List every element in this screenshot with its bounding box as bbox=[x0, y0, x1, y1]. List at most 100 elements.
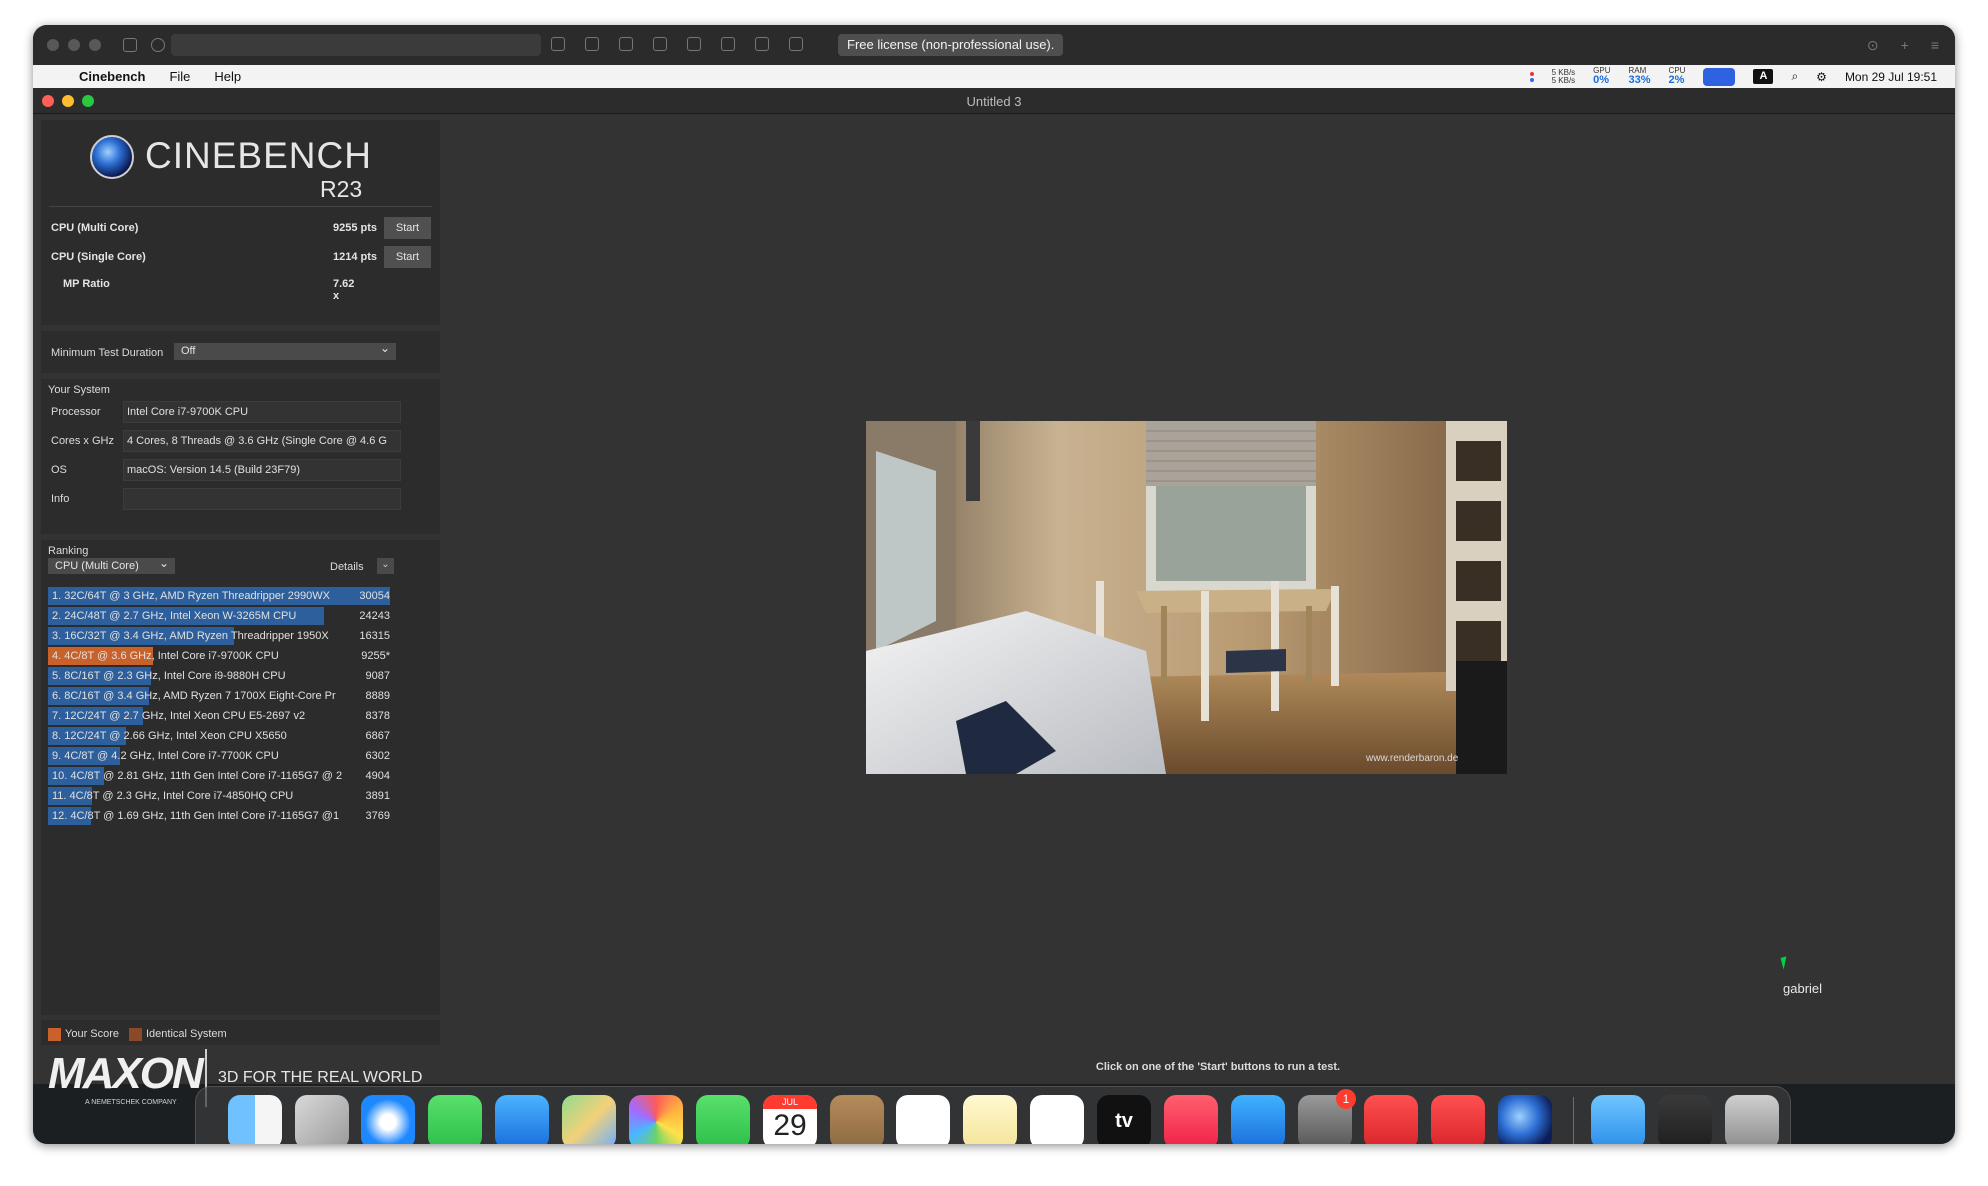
contacts-icon[interactable] bbox=[830, 1095, 884, 1144]
processor-row: Processor Intel Core i7-9700K CPU bbox=[51, 401, 431, 423]
ranking-row-score: 3769 bbox=[365, 810, 390, 822]
system-settings-icon[interactable]: 1 bbox=[1298, 1089, 1356, 1144]
ranking-row[interactable]: 11. 4C/8T @ 2.3 GHz, Intel Core i7-4850H… bbox=[48, 786, 398, 806]
ranking-row[interactable]: 4. 4C/8T @ 3.6 GHz, Intel Core i7-9700K … bbox=[48, 646, 398, 666]
music-icon[interactable] bbox=[1164, 1095, 1218, 1144]
os-row: OS macOS: Version 14.5 (Build 23F79) bbox=[51, 459, 431, 481]
ranking-row-score: 30054 bbox=[359, 590, 390, 602]
spotlight-search-icon[interactable]: ⌕ bbox=[1791, 69, 1798, 84]
calendar-icon[interactable]: JUL 29 bbox=[763, 1095, 817, 1144]
plus-icon[interactable]: + bbox=[1901, 37, 1909, 54]
lightning-icon[interactable] bbox=[653, 37, 667, 51]
status-message: Click on one of the 'Start' buttons to r… bbox=[1095, 1061, 1341, 1073]
menu-icon[interactable]: ≡ bbox=[1931, 37, 1939, 54]
maps-icon[interactable] bbox=[562, 1095, 616, 1144]
ranking-row-score: 16315 bbox=[359, 630, 390, 642]
maxon-subline: A NEMETSCHEK COMPANY bbox=[85, 1099, 177, 1106]
apple-tv-icon[interactable]: tv bbox=[1097, 1095, 1151, 1144]
single-core-start-button[interactable]: Start bbox=[384, 246, 431, 268]
info-label: Info bbox=[51, 493, 70, 505]
pen-icon[interactable] bbox=[789, 37, 803, 51]
multi-core-row: CPU (Multi Core) 9255 pts Start bbox=[51, 217, 431, 239]
photos-icon[interactable] bbox=[629, 1095, 683, 1144]
license-badge[interactable]: Free license (non-professional use). bbox=[838, 34, 1064, 56]
menu-clock[interactable]: Mon 29 Jul 19:51 bbox=[1845, 70, 1937, 84]
system-title: Your System bbox=[48, 384, 110, 396]
ranking-row[interactable]: 7. 12C/24T @ 2.7 GHz, Intel Xeon CPU E5-… bbox=[48, 706, 398, 726]
reminders-icon[interactable] bbox=[896, 1095, 950, 1144]
folder-icon[interactable] bbox=[1591, 1095, 1645, 1144]
ranking-row[interactable]: 8. 12C/24T @ 2.66 GHz, Intel Xeon CPU X5… bbox=[48, 726, 398, 746]
duration-panel: Minimum Test Duration Off bbox=[41, 331, 440, 373]
display-icon[interactable] bbox=[585, 37, 599, 51]
chat-icon[interactable] bbox=[619, 37, 633, 51]
menu-help[interactable]: Help bbox=[214, 69, 241, 84]
ranking-row-label: 1. 32C/64T @ 3 GHz, AMD Ryzen Threadripp… bbox=[52, 590, 330, 602]
gpu-monitor[interactable]: GPU 0% bbox=[1593, 67, 1610, 86]
finder-icon[interactable] bbox=[228, 1095, 282, 1144]
menu-bar-extras: 5 KB/s 5 KB/s GPU 0% RAM 33% CPU 2% A ⌕ ⚙ Mo… bbox=[1529, 65, 1937, 88]
input-source-indicator[interactable]: A bbox=[1753, 69, 1774, 84]
trash-icon[interactable] bbox=[1725, 1095, 1779, 1144]
app-store-icon[interactable] bbox=[1231, 1095, 1285, 1144]
ranking-row-label: 8. 12C/24T @ 2.66 GHz, Intel Xeon CPU X5… bbox=[52, 730, 287, 742]
activity-icon[interactable] bbox=[1658, 1095, 1712, 1144]
info-row: Info bbox=[51, 488, 431, 510]
keyboard-icon[interactable] bbox=[687, 37, 701, 51]
ranking-row[interactable]: 1. 32C/64T @ 3 GHz, AMD Ryzen Threadripp… bbox=[48, 586, 398, 606]
ranking-row[interactable]: 10. 4C/8T @ 2.81 GHz, 11th Gen Intel Cor… bbox=[48, 766, 398, 786]
system-panel: Your System Processor Intel Core i7-9700… bbox=[41, 379, 440, 534]
download-icon[interactable]: ⊙ bbox=[1867, 37, 1879, 54]
processor-field[interactable]: Intel Core i7-9700K CPU bbox=[123, 401, 401, 423]
ranking-select[interactable]: CPU (Multi Core) bbox=[48, 555, 175, 574]
viewer-tools-left bbox=[123, 38, 165, 52]
screen-mirroring-icon[interactable] bbox=[1703, 67, 1736, 86]
launchpad-icon[interactable] bbox=[295, 1095, 349, 1144]
menu-file[interactable]: File bbox=[169, 69, 190, 84]
freeform-icon[interactable] bbox=[1030, 1095, 1084, 1144]
ranking-row[interactable]: 5. 8C/16T @ 2.3 GHz, Intel Core i9-9880H… bbox=[48, 666, 398, 686]
multi-core-label: CPU (Multi Core) bbox=[51, 222, 139, 234]
control-center-icon[interactable]: ⚙ bbox=[1816, 70, 1827, 84]
mail-icon[interactable] bbox=[495, 1095, 549, 1144]
ranking-row-score: 8378 bbox=[365, 710, 390, 722]
ranking-row[interactable]: 2. 24C/48T @ 2.7 GHz, Intel Xeon W-3265M… bbox=[48, 606, 398, 626]
multi-core-start-button[interactable]: Start bbox=[384, 217, 431, 239]
shield-icon[interactable] bbox=[721, 37, 735, 51]
ranking-row[interactable]: 3. 16C/32T @ 3.4 GHz, AMD Ryzen Threadri… bbox=[48, 626, 398, 646]
left-panel: CINEBENCH R23 CPU (Multi Core) 9255 pts … bbox=[41, 120, 440, 1075]
info-field[interactable] bbox=[123, 488, 401, 510]
cores-field[interactable]: 4 Cores, 8 Threads @ 3.6 GHz (Single Cor… bbox=[123, 430, 401, 452]
document-icon[interactable] bbox=[123, 38, 137, 52]
ranking-row-score: 3891 bbox=[365, 790, 390, 802]
viewer-address-field[interactable] bbox=[171, 34, 541, 56]
network-monitor[interactable]: 5 KB/s 5 KB/s bbox=[1552, 68, 1576, 85]
duration-select[interactable]: Off bbox=[174, 340, 396, 360]
check-icon[interactable] bbox=[151, 38, 165, 52]
os-field[interactable]: macOS: Version 14.5 (Build 23F79) bbox=[123, 459, 401, 481]
anydesk-icon[interactable] bbox=[1364, 1095, 1418, 1144]
viewer-window-controls[interactable] bbox=[47, 39, 101, 51]
os-label: OS bbox=[51, 464, 67, 476]
notes-icon[interactable] bbox=[963, 1095, 1017, 1144]
ranking-row-label: 6. 8C/16T @ 3.4 GHz, AMD Ryzen 7 1700X E… bbox=[52, 690, 336, 702]
window-titlebar: Untitled 3 bbox=[33, 88, 1955, 114]
anydesk-alt-icon[interactable] bbox=[1431, 1095, 1485, 1144]
ranking-row-label: 9. 4C/8T @ 4.2 GHz, Intel Core i7-7700K … bbox=[52, 750, 279, 762]
ranking-row-score: 24243 bbox=[359, 610, 390, 622]
menu-app-name[interactable]: Cinebench bbox=[79, 69, 145, 84]
facetime-icon[interactable] bbox=[696, 1095, 750, 1144]
identical-system-swatch bbox=[129, 1028, 142, 1041]
details-toggle-button[interactable]: ⌄ bbox=[377, 558, 394, 574]
cinebench-icon[interactable] bbox=[1498, 1095, 1552, 1144]
ranking-row[interactable]: 9. 4C/8T @ 4.2 GHz, Intel Core i7-7700K … bbox=[48, 746, 398, 766]
messages-icon[interactable] bbox=[428, 1095, 482, 1144]
ranking-row[interactable]: 12. 4C/8T @ 1.69 GHz, 11th Gen Intel Cor… bbox=[48, 806, 398, 826]
cpu-monitor[interactable]: CPU 2% bbox=[1669, 67, 1686, 86]
screen-icon[interactable] bbox=[755, 37, 769, 51]
safari-icon[interactable] bbox=[361, 1095, 415, 1144]
calendar-day: 29 bbox=[773, 1109, 807, 1142]
ram-monitor[interactable]: RAM 33% bbox=[1629, 67, 1651, 86]
ranking-row[interactable]: 6. 8C/16T @ 3.4 GHz, AMD Ryzen 7 1700X E… bbox=[48, 686, 398, 706]
clipboard-icon[interactable] bbox=[551, 37, 565, 51]
